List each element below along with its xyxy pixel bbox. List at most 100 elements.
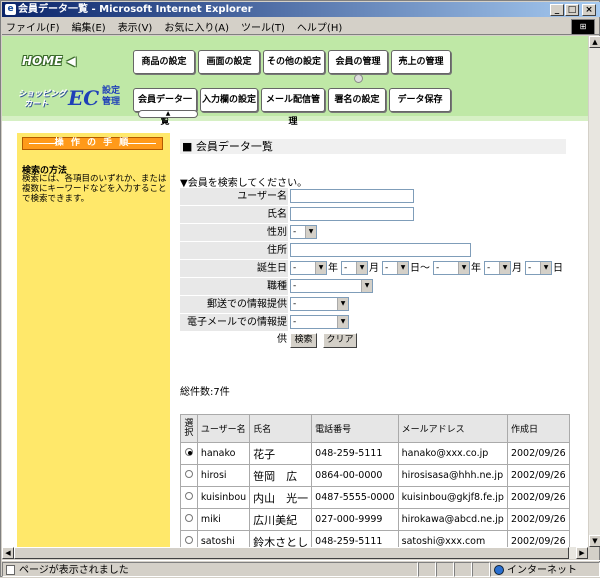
row-select-radio[interactable] xyxy=(184,514,193,522)
birth-year-to-select[interactable]: - ▼ xyxy=(433,261,470,275)
row-select-radio[interactable] xyxy=(184,448,193,456)
cell-phone: 0487-5555-0000 xyxy=(311,486,399,509)
month-unit: 月 xyxy=(369,263,379,274)
col-select: 選択 xyxy=(180,414,198,443)
menu-tools[interactable]: ツール(T) xyxy=(241,19,285,34)
chevron-down-icon: ▼ xyxy=(540,262,551,274)
cell-username: miki xyxy=(196,508,251,531)
label-gender: 性別 xyxy=(180,224,288,241)
chevron-down-icon: ▼ xyxy=(305,226,316,238)
scroll-left-icon[interactable]: ◀ xyxy=(2,547,14,559)
row-select-radio[interactable] xyxy=(184,492,193,500)
member-table: 選択 ユーザー名 氏名 電話番号 メールアドレス 作成日 hanako 花子 048… xyxy=(180,414,571,547)
occupation-select[interactable]: - ▼ xyxy=(290,279,373,293)
table-row: satoshi 鈴木さとし 048-259-5111 satoshi@xxx.com 2… xyxy=(180,530,571,547)
cell-name: 鈴木さとし xyxy=(249,530,313,547)
birth-month-to-select[interactable]: - ▼ xyxy=(484,261,511,275)
menu-edit[interactable]: 編集(E) xyxy=(72,19,106,34)
row-select-radio[interactable] xyxy=(184,536,193,544)
vertical-scrollbar[interactable]: ▲ ▼ xyxy=(588,36,600,547)
menu-file[interactable]: ファイル(F) xyxy=(6,19,60,34)
day-unit: 日 xyxy=(553,263,563,274)
logo-line3a: 設定 xyxy=(102,86,121,96)
logo-ec: EC xyxy=(68,86,100,110)
table-row: hirosi 笹岡 広 0864-00-0000 hirosisasa@hhh.ne.… xyxy=(180,464,571,487)
nav-product-settings[interactable]: 商品の設定 xyxy=(133,50,195,74)
birth-day-from-value: - xyxy=(385,263,389,273)
menu-favorites[interactable]: お気に入り(A) xyxy=(164,19,229,34)
range-separator: 日～ xyxy=(410,263,430,274)
scroll-up-icon[interactable]: ▲ xyxy=(589,36,600,48)
cell-email: hanako@xxx.co.jp xyxy=(397,442,508,465)
label-name: 氏名 xyxy=(180,206,288,223)
label-occupation: 職種 xyxy=(180,278,288,295)
month-unit: 月 xyxy=(512,263,522,274)
name-input[interactable] xyxy=(290,207,414,221)
chevron-down-icon: ▼ xyxy=(356,262,367,274)
nav-other-settings[interactable]: その他の設定 xyxy=(263,50,325,74)
maximize-button[interactable]: □ xyxy=(565,4,579,16)
subnav-data-save[interactable]: データ保存 xyxy=(389,88,451,112)
sidebar-heading: 操 作 の 手 順 xyxy=(22,137,163,150)
menu-view[interactable]: 表示(V) xyxy=(118,19,153,34)
col-username: ユーザー名 xyxy=(196,414,251,443)
cell-name: 広川美紀 xyxy=(249,508,313,531)
gender-select[interactable]: - ▼ xyxy=(290,225,317,239)
scroll-down-icon[interactable]: ▼ xyxy=(589,535,600,547)
row-select-radio[interactable] xyxy=(184,470,193,478)
subnav-mail-delivery[interactable]: メール配信管理 xyxy=(261,88,325,127)
search-button[interactable]: 検索 xyxy=(290,333,317,348)
cell-username: kuisinbou xyxy=(196,486,251,509)
status-cell xyxy=(454,561,472,577)
table-row: kuisinbou 内山 光一 0487-5555-0000 kuisinbou@gk… xyxy=(180,486,571,509)
row-name: 氏名 xyxy=(180,206,570,223)
page-content: HOME ◀ ショッピング カート EC 設定 管理 商品の設定 画面の設定 その… xyxy=(2,36,588,547)
email-info-select[interactable]: - ▼ xyxy=(290,315,349,329)
active-tab-indicator: ▲ xyxy=(138,110,198,118)
row-address: 住所 xyxy=(180,242,570,259)
mail-info-select-value: - xyxy=(293,299,297,309)
label-address: 住所 xyxy=(180,242,288,259)
clear-button[interactable]: クリア xyxy=(323,333,357,348)
cell-phone: 027-000-9999 xyxy=(311,508,399,531)
cell-name: 内山 光一 xyxy=(249,486,313,509)
security-zone: インターネット xyxy=(490,561,600,577)
username-input[interactable] xyxy=(290,189,414,203)
nav-screen-settings[interactable]: 画面の設定 xyxy=(198,50,260,74)
label-birthday: 誕生日 xyxy=(180,260,288,277)
row-birthday: 誕生日 - ▼ 年 - ▼ 月 - ▼ 日～ - ▼ 年 - ▼ 月 - ▼ 日 xyxy=(180,260,570,277)
scroll-right-icon[interactable]: ▶ xyxy=(576,547,588,559)
minimize-button[interactable]: _ xyxy=(550,4,564,16)
search-intro: ▼会員を検索してください。 xyxy=(180,178,308,189)
page-title: ■ 会員データ一覧 xyxy=(180,139,566,154)
cell-email: hirokawa@abcd.ne.jp xyxy=(397,508,508,531)
windows-logo-icon: ⊞ xyxy=(571,19,595,35)
mail-info-select[interactable]: - ▼ xyxy=(290,297,349,311)
nav-connector-dot xyxy=(354,74,363,83)
status-cell xyxy=(472,561,490,577)
close-button[interactable]: × xyxy=(582,4,596,16)
chevron-down-icon: ▼ xyxy=(315,262,326,274)
col-phone: 電話番号 xyxy=(311,414,399,443)
row-occupation: 職種 - ▼ xyxy=(180,278,570,295)
subnav-signature[interactable]: 署名の設定 xyxy=(328,88,386,112)
birth-day-to-select[interactable]: - ▼ xyxy=(525,261,552,275)
home-link[interactable]: HOME ◀ xyxy=(22,54,76,68)
horizontal-scroll-thumb[interactable] xyxy=(14,547,569,559)
cell-phone: 0864-00-0000 xyxy=(311,464,399,487)
nav-member-management[interactable]: 会員の管理 xyxy=(328,50,388,74)
birth-year-from-select[interactable]: - ▼ xyxy=(290,261,327,275)
cell-username: hanako xyxy=(196,442,251,465)
birth-day-from-select[interactable]: - ▼ xyxy=(382,261,409,275)
subnav-input-fields[interactable]: 入力欄の設定 xyxy=(200,88,258,112)
table-header-row: 選択 ユーザー名 氏名 電話番号 メールアドレス 作成日 xyxy=(180,414,571,443)
menu-help[interactable]: ヘルプ(H) xyxy=(297,19,342,34)
horizontal-scrollbar[interactable]: ◀ ▶ xyxy=(2,547,588,559)
birth-month-from-select[interactable]: - ▼ xyxy=(341,261,368,275)
nav-sales-management[interactable]: 売上の管理 xyxy=(391,50,451,74)
chevron-down-icon: ▼ xyxy=(458,262,469,274)
birth-month-from-value: - xyxy=(344,263,348,273)
address-input[interactable] xyxy=(290,243,471,257)
status-bar: ページが表示されました インターネット xyxy=(2,560,600,577)
subnav-member-list[interactable]: 会員データ一覧 xyxy=(133,88,197,127)
